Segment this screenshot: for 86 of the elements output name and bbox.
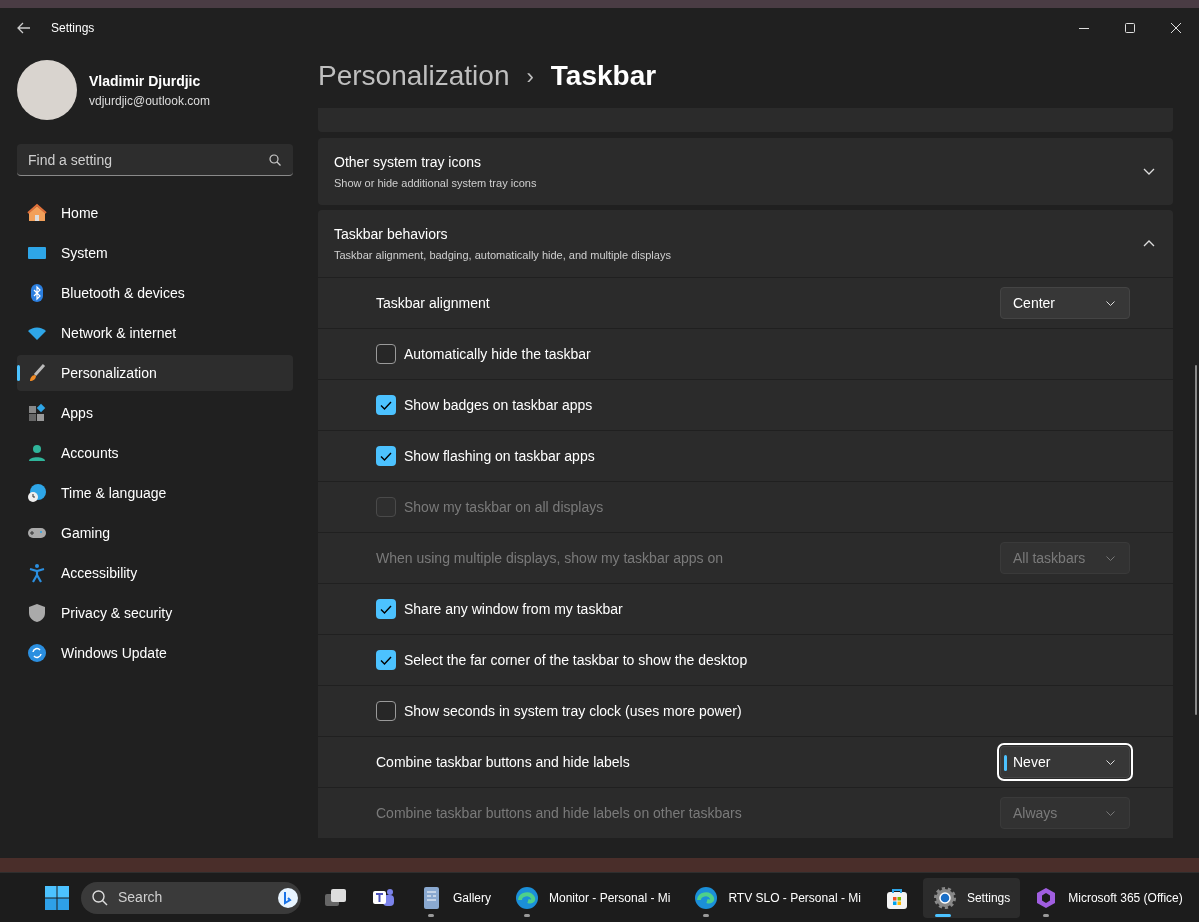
checkbox[interactable] [376,701,396,721]
person-icon [27,443,47,463]
sidebar-item[interactable]: Apps [17,395,293,431]
maximize-icon [1125,23,1135,33]
chevron-down-icon [1106,810,1115,816]
running-indicator [934,913,951,917]
find-setting-field[interactable]: Find a setting [17,144,293,176]
account-name: Vladimir Djurdjic [89,71,202,91]
checkbox[interactable] [376,650,396,670]
checkbox-label: Select the far corner of the taskbar to show the desktop [404,650,748,670]
back-arrow-icon [17,22,31,34]
paintbrush-icon [27,363,47,383]
checkbox-label: Show my taskbar on all displays [404,497,604,517]
page-title: Taskbar [550,59,657,93]
shield-icon [27,603,47,623]
breadcrumb-separator: › [526,62,534,91]
search-icon [269,154,281,166]
search-icon [92,889,108,906]
windows-logo-icon [45,885,69,910]
refresh-icon [27,643,47,663]
section-subtitle: Show or hide additional system tray icons [334,175,538,191]
setting-label: Combine taskbar buttons and hide labels on other taskbars [376,803,743,823]
checkbox[interactable] [376,446,396,466]
chevron-up-icon [1143,240,1155,247]
section-title: Other system tray icons [334,152,483,172]
chevron-down-icon [1106,555,1115,561]
breadcrumb-link[interactable]: Personalization [318,55,510,97]
running-indicator [524,913,530,917]
edge-icon [515,885,539,910]
sidebar-item[interactable]: Bluetooth & devices [17,275,293,311]
sidebar-item[interactable]: Accessibility [17,555,293,591]
home-icon [27,203,47,223]
running-indicator [428,913,434,917]
sidebar-item[interactable]: Accounts [17,435,293,471]
checkbox-label: Show flashing on taskbar apps [404,446,595,466]
taskbar-button[interactable]: Monitor - Personal - Mi [505,877,681,918]
sidebar-item[interactable]: Home [17,195,293,231]
search-placeholder: Search [118,888,164,907]
globe-clock-icon [27,483,47,503]
checkmark-icon [380,655,392,665]
checkbox[interactable] [376,344,396,364]
setting-label: Taskbar alignment [376,293,491,313]
sidebar-item[interactable]: Windows Update [17,635,293,671]
close-icon [1171,23,1181,33]
accessibility-icon [27,563,47,583]
bing-chat-icon [277,886,299,909]
checkmark-icon [380,604,392,614]
setting-label: Combine taskbar buttons and hide labels [376,752,631,772]
taskbar-search-field[interactable]: Search [81,881,301,914]
taskbar-button[interactable]: RTV SLO - Personal - Mi [684,877,871,918]
apps-icon [27,403,47,423]
chevron-down-icon [1143,168,1155,175]
chevron-down-icon [1106,759,1115,765]
running-indicator [703,913,710,917]
sidebar-item[interactable]: Personalization [17,355,293,391]
avatar-placeholder [17,60,77,120]
sidebar-item[interactable]: Time & language [17,475,293,511]
window-title: Settings [51,20,95,37]
taskbar-button[interactable]: Gallery [409,877,501,918]
checkbox-label: Share any window from my taskbar [404,599,623,619]
sidebar-item[interactable]: Gaming [17,515,293,551]
account-email: vdjurdjic@outlook.com [89,92,210,110]
checkbox-label: Automatically hide the taskbar [404,344,591,364]
running-indicator [1043,913,1050,917]
taskbar-button[interactable]: Microsoft 365 (Office) [1024,877,1193,918]
expander-header[interactable]: Other system tray icons Show or hide additional system tray icons [318,138,1173,205]
checkbox[interactable] [376,599,396,619]
taskbar-button[interactable]: Settings [922,877,1021,918]
setting-label: When using multiple displays, show my taskbar apps on [376,548,725,568]
checkmark-icon [380,451,392,461]
section-subtitle: Taskbar alignment, badging, automatically hide, and multiple displays [334,247,672,263]
section-title: Taskbar behaviors [334,224,449,244]
dropdown[interactable]: Center [1000,287,1130,319]
sidebar-item[interactable]: System [17,235,293,271]
chevron-down-icon [1106,300,1115,306]
sidebar-item[interactable]: Network & internet [17,315,293,351]
checkbox-label: Show seconds in system tray clock (uses more power) [404,701,742,721]
dropdown[interactable]: Never [1000,746,1130,778]
minimize-icon [1079,27,1089,29]
checkbox-label: Show badges on taskbar apps [404,395,593,415]
checkmark-icon [380,400,392,410]
checkbox[interactable] [376,395,396,415]
gear-icon [932,885,957,910]
expander-header[interactable]: Taskbar behaviors Taskbar alignment, badging, automatically hide, and multiple displays [318,210,1173,277]
edge-icon [694,885,719,910]
sidebar-item[interactable]: Privacy & security [17,595,293,631]
